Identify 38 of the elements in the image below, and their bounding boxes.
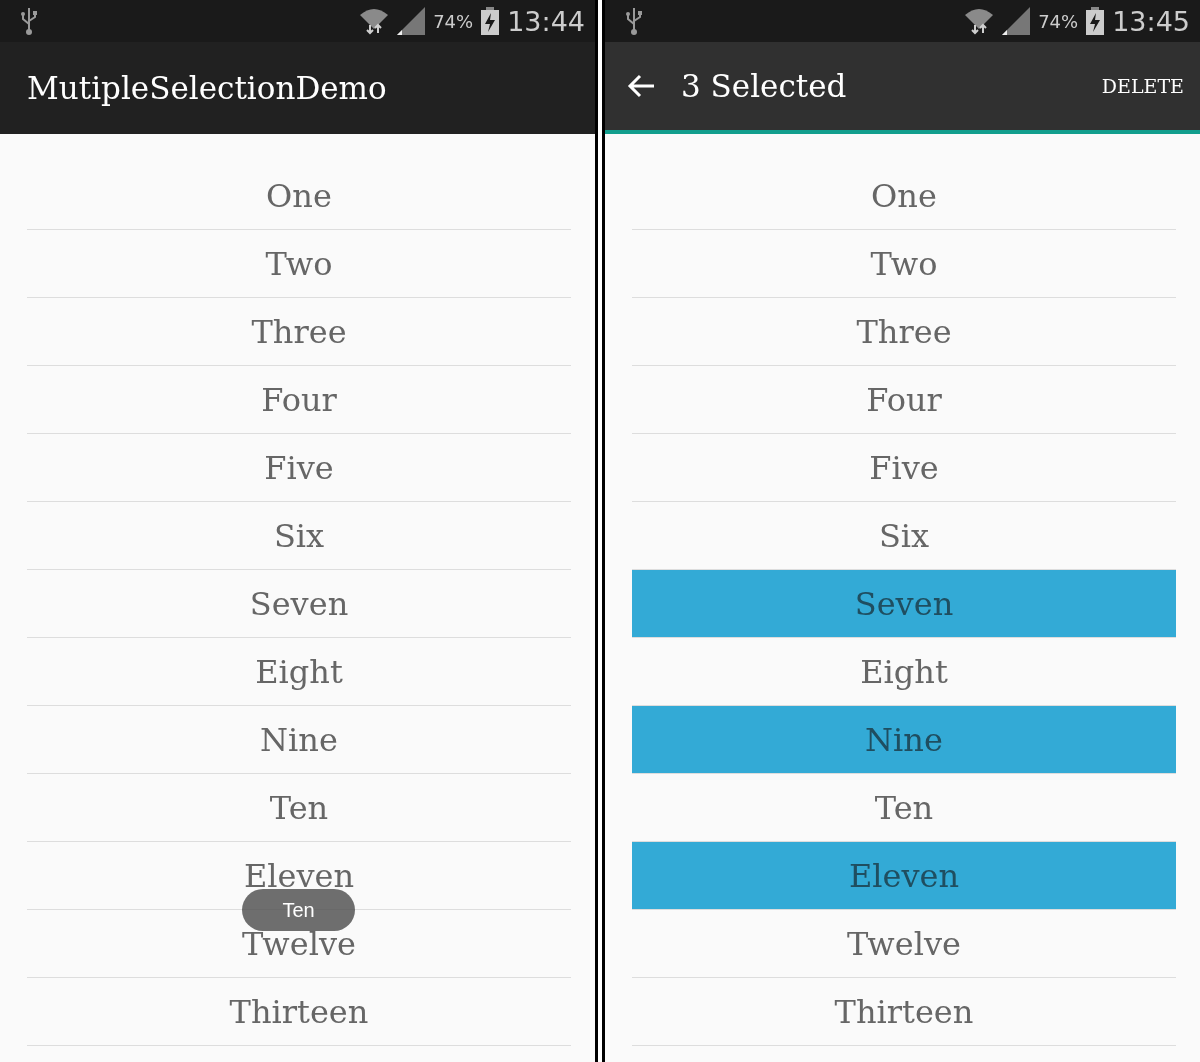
list-item[interactable]: Thirteen — [27, 978, 571, 1046]
signal-icon — [1002, 7, 1031, 35]
wifi-icon — [359, 7, 390, 35]
battery-percent: 74% — [433, 10, 474, 32]
list-item[interactable]: Seven — [632, 570, 1176, 638]
list-item[interactable]: Seven — [27, 570, 571, 638]
list-item[interactable]: Five — [27, 434, 571, 502]
list-item[interactable]: Eight — [27, 638, 571, 706]
list-item[interactable]: Five — [632, 434, 1176, 502]
clock: 13:45 — [1112, 5, 1190, 37]
list-item[interactable]: Nine — [632, 706, 1176, 774]
list-item[interactable]: Three — [632, 298, 1176, 366]
signal-icon — [397, 7, 426, 35]
list-item[interactable]: Thirteen — [632, 978, 1176, 1046]
battery-charging-icon — [1086, 7, 1105, 35]
list-item[interactable]: Twelve — [632, 910, 1176, 978]
delete-button[interactable]: DELETE — [1097, 71, 1188, 101]
app-title: MutipleSelectionDemo — [27, 70, 387, 106]
list-item[interactable]: Nine — [27, 706, 571, 774]
list-item[interactable]: Four — [27, 366, 571, 434]
list-item[interactable]: One — [27, 162, 571, 230]
list-item[interactable]: Eleven — [632, 842, 1176, 910]
wifi-icon — [964, 7, 995, 35]
usb-icon — [20, 6, 38, 36]
list-item[interactable]: Two — [27, 230, 571, 298]
usb-icon — [625, 6, 643, 36]
list-item[interactable]: Ten — [27, 774, 571, 842]
list-item[interactable]: Six — [27, 502, 571, 570]
battery-charging-icon — [481, 7, 500, 35]
list-item[interactable]: Three — [27, 298, 571, 366]
toast: Ten — [242, 889, 355, 931]
list-item[interactable]: Four — [632, 366, 1176, 434]
battery-percent: 74% — [1038, 10, 1079, 32]
clock: 13:44 — [507, 5, 585, 37]
list-item[interactable]: Two — [632, 230, 1176, 298]
back-arrow-icon[interactable] — [627, 74, 655, 98]
selection-count: 3 Selected — [681, 68, 847, 104]
list-item[interactable]: One — [632, 162, 1176, 230]
